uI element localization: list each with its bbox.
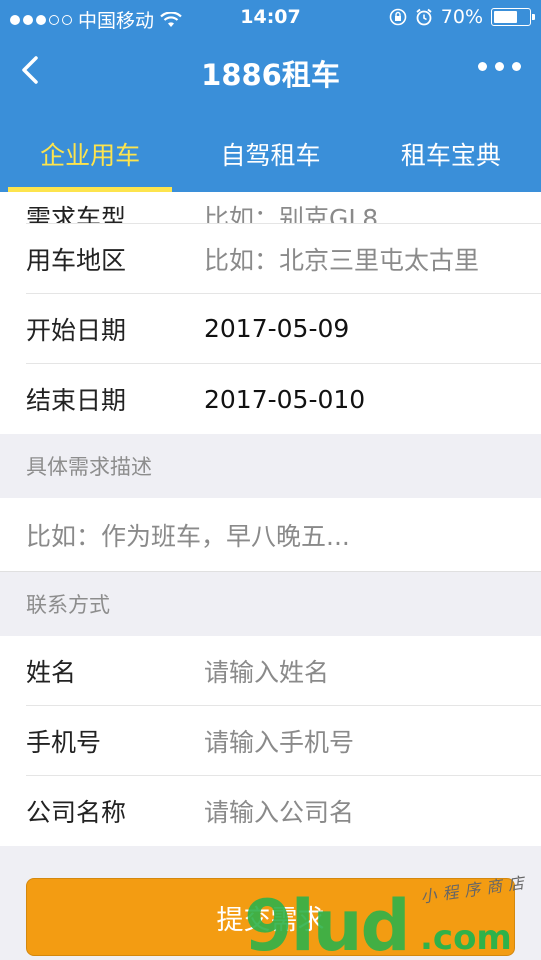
description-textarea[interactable]: 比如：作为班车，早八晚五... (0, 498, 541, 572)
start-date-label: 开始日期 (26, 315, 127, 345)
tab-guide[interactable]: 租车宝典 (361, 106, 541, 192)
region-input[interactable]: 比如：北京三里屯太古里 (204, 241, 479, 277)
tab-bar: 企业用车 自驾租车 租车宝典 (0, 106, 541, 192)
status-bar: 中国移动 14:07 70% (0, 0, 541, 36)
battery-percent: 70% (440, 6, 483, 28)
rental-info-group: 需求车型 比如：别克GL8 用车地区 比如：北京三里屯太古里 开始日期 2017… (0, 192, 541, 434)
status-right: 70% (389, 6, 535, 28)
name-label: 姓名 (26, 657, 77, 687)
tab-self-drive[interactable]: 自驾租车 (180, 106, 360, 192)
company-input[interactable]: 请输入公司名 (204, 793, 354, 829)
battery-icon (491, 8, 535, 26)
vehicle-type-row[interactable]: 需求车型 比如：别克GL8 (26, 192, 541, 224)
start-date-row: 开始日期 2017-05-09 (26, 294, 541, 364)
nav-bar: 1886租车 (0, 36, 541, 106)
phone-label: 手机号 (26, 727, 102, 757)
alarm-icon (416, 8, 432, 26)
page-title: 1886租车 (201, 58, 340, 92)
tab-enterprise[interactable]: 企业用车 (0, 106, 180, 192)
start-date-picker[interactable]: 2017-05-09 (204, 314, 349, 343)
end-date-picker[interactable]: 2017-05-010 (204, 385, 365, 414)
rotation-lock-icon (389, 8, 407, 26)
end-date-label: 结束日期 (26, 386, 127, 415)
contact-group: 姓名 请输入姓名 手机号 请输入手机号 公司名称 请输入公司名 (0, 636, 541, 846)
region-label: 用车地区 (26, 245, 127, 275)
description-section-title: 具体需求描述 (26, 455, 152, 479)
form-content: 需求车型 比如：别克GL8 用车地区 比如：北京三里屯太古里 开始日期 2017… (0, 192, 541, 960)
region-row: 用车地区 比如：北京三里屯太古里 (26, 224, 541, 294)
contact-section-title: 联系方式 (26, 593, 110, 617)
watermark-logo: 9lud (244, 885, 411, 960)
vehicle-type-label: 需求车型 (26, 204, 127, 224)
end-date-row: 结束日期 2017-05-010 (26, 364, 541, 434)
phone-row: 手机号 请输入手机号 (26, 706, 541, 776)
company-row: 公司名称 请输入公司名 (26, 776, 541, 846)
battery-level (494, 11, 517, 23)
name-input[interactable]: 请输入姓名 (204, 653, 329, 689)
watermark-domain: .com (420, 918, 512, 958)
company-label: 公司名称 (26, 798, 127, 827)
phone-input[interactable]: 请输入手机号 (204, 723, 354, 759)
more-icon[interactable] (478, 62, 521, 71)
vehicle-type-input[interactable]: 比如：别克GL8 (204, 199, 378, 223)
name-row: 姓名 请输入姓名 (26, 636, 541, 706)
